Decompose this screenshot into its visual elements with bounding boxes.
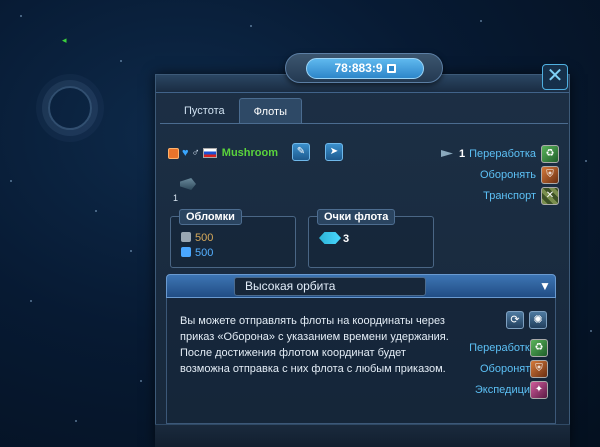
orbit-mission-defend-link[interactable]: Оборонять [446,360,536,378]
ship-count: 1 [173,193,179,203]
orbit-mission-expedition-link[interactable]: Экспедиция [446,381,536,399]
fleet-points-value: 3 [319,232,349,246]
message-icon[interactable]: ✎ [292,143,310,161]
tab-void[interactable]: Пустота [170,98,239,124]
fleet-count: 1 [459,148,466,160]
refresh-icon[interactable]: ⟳ [506,311,524,329]
debris-title: Обломки [179,209,242,225]
orbit-ring-icon [48,86,92,130]
crystal-icon [181,247,191,257]
coordinates-frame: 78:883:9 [285,53,443,83]
mission-defend-link[interactable]: Оборонять [466,166,536,184]
tab-divider [160,123,568,124]
fleet-points-icon [319,232,341,244]
recycle-icon[interactable]: ♻ [541,145,559,163]
orbit-description: Вы можете отправлять флоты на координаты… [180,315,449,375]
settings-gear-icon[interactable]: ✺ [529,311,547,329]
coordinates-text: 78:883:9 [334,61,383,75]
debris-box: Обломки 500 500 [170,209,296,268]
spy-icon[interactable]: ➤ [325,143,343,161]
debris-crystal: 500 [181,246,213,260]
player-row: ♥ ♂ Mushroom [168,145,278,161]
transport-icon[interactable]: ✕ [541,187,559,205]
fleet-points-box: Очки флота 3 [308,209,434,268]
orbit-title[interactable]: Высокая орбита [234,277,426,296]
metal-icon [181,232,191,242]
close-button[interactable]: ✕ [542,64,568,90]
debris-metal: 500 [181,231,213,245]
heart-icon: ♥ [182,146,189,159]
fleet-icon [441,150,453,157]
fleet-marker-icon[interactable]: ◂ [62,36,70,45]
expedition-icon[interactable]: ✦ [530,381,548,399]
orbit-recycle-icon[interactable]: ♻ [530,339,548,357]
panel-bottom-bar [155,424,570,447]
orbit-collapse-icon[interactable]: ▼ [538,278,552,294]
gender-icon: ♂ [191,147,200,159]
coordinates-button[interactable]: 78:883:9 [306,58,424,79]
fleet-points-title: Очки флота [317,209,396,225]
player-name[interactable]: Mushroom [222,147,278,159]
alliance-badge-icon [168,147,179,159]
orbit-mission-recycle-link[interactable]: Переработка [446,339,536,357]
tab-bar: Пустота Флоты [170,98,302,124]
tab-fleets[interactable]: Флоты [238,98,302,124]
defend-icon[interactable]: ⛨ [541,166,559,184]
mission-transport-link[interactable]: Транспорт [466,187,536,205]
russia-flag-icon [202,148,217,158]
mission-recycle-link[interactable]: Переработка [466,145,536,163]
orbit-defend-icon[interactable]: ⛨ [530,360,548,378]
copy-icon[interactable] [386,64,396,73]
